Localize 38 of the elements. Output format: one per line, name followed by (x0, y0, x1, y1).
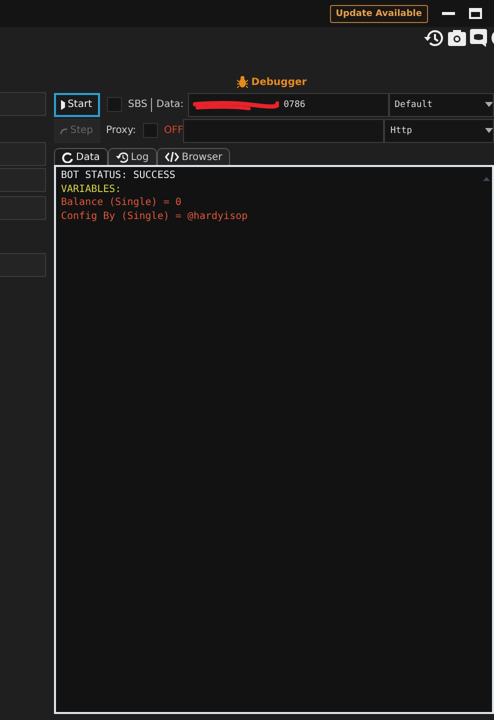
checkbox-label: SBS (128, 99, 148, 110)
config-dropdown[interactable]: Default (388, 92, 494, 116)
dropdown-arrow-icon (485, 102, 493, 107)
section-heading: VARIABLES: (61, 182, 122, 196)
refresh-icon (62, 152, 73, 162)
code-icon (164, 152, 179, 162)
bug-icon (237, 76, 248, 88)
start-button[interactable]: Start (54, 92, 100, 116)
play-icon (61, 100, 65, 110)
panel-title: Debugger (251, 76, 307, 88)
input-field[interactable] (0, 142, 46, 166)
update-button[interactable]: Update Available (330, 4, 428, 22)
maximize-icon[interactable] (469, 8, 482, 19)
chat-icon[interactable] (470, 29, 487, 47)
variable-line: Balance (Single) = 0 (61, 196, 182, 210)
checkbox-label: Proxy: (106, 125, 136, 136)
checkbox[interactable] (143, 123, 158, 138)
minimize-icon[interactable] (442, 12, 455, 15)
proxy-field[interactable] (183, 118, 384, 142)
tab[interactable]: Data (54, 148, 108, 165)
history-icon[interactable] (424, 29, 444, 47)
proxy-type-dropdown[interactable]: Http (384, 118, 494, 142)
variable-line: Config By (Single) = @hardyisop (61, 210, 248, 223)
data-field[interactable]: 0786 (188, 92, 389, 116)
status-line: BOT STATUS: SUCCESS (61, 169, 176, 182)
input-field[interactable] (0, 92, 46, 116)
scroll-up-icon[interactable] (483, 177, 490, 181)
history-icon (116, 152, 128, 162)
tab[interactable]: Log (108, 148, 157, 165)
checkbox[interactable] (107, 97, 122, 112)
input-field[interactable] (0, 253, 46, 277)
dropdown-arrow-icon (485, 128, 493, 133)
input-field[interactable] (0, 196, 46, 220)
camera-icon[interactable] (448, 29, 466, 47)
proxy-status: OFF (164, 125, 184, 136)
tab[interactable]: Browser (156, 148, 230, 165)
input-field[interactable] (0, 168, 46, 192)
field-label: Data: (156, 99, 184, 110)
